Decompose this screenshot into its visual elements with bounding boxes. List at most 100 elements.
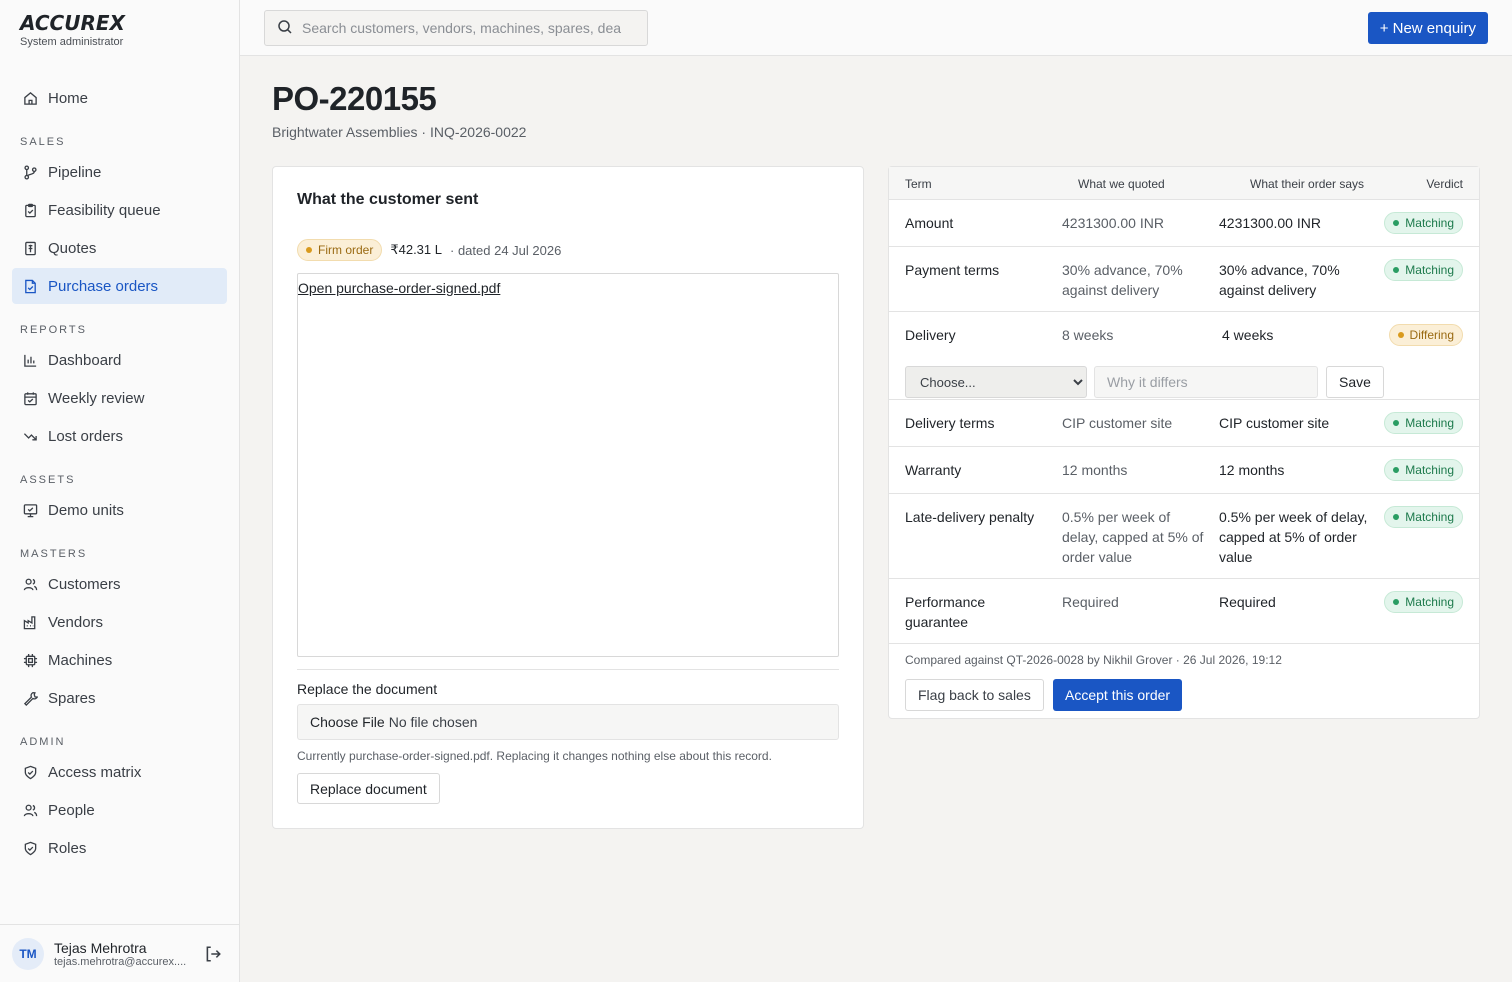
avatar[interactable]: TM bbox=[12, 937, 44, 970]
search-input[interactable] bbox=[302, 20, 632, 36]
verdict-badge: Differing bbox=[1388, 324, 1463, 346]
open-document-link[interactable]: Open purchase-order-signed.pdf bbox=[298, 280, 500, 296]
flag-back-button[interactable]: Flag back to sales bbox=[905, 679, 1044, 711]
row-says: 12 months bbox=[1219, 462, 1285, 478]
row-quoted: 4231300.00 INR bbox=[1062, 215, 1164, 231]
sidebar-item-customers[interactable]: Customers bbox=[12, 566, 227, 602]
brand-logo[interactable]: ACCUREX bbox=[20, 12, 125, 34]
order-meta: Firm order ₹42.31 L · dated 24 Jul 2026 bbox=[297, 239, 561, 261]
comparison-card: Term What we quoted What their order say… bbox=[888, 166, 1480, 719]
sidebar-item-vendors[interactable]: Vendors bbox=[12, 604, 227, 640]
row-term: Delivery bbox=[905, 327, 956, 343]
choose-file-button[interactable]: Choose File bbox=[310, 714, 385, 730]
factory-icon bbox=[22, 614, 38, 630]
row-says: 4 weeks bbox=[1222, 327, 1274, 343]
new-enquiry-button[interactable]: + New enquiry bbox=[1367, 12, 1488, 44]
sidebar-item-feasibility-queue[interactable]: Feasibility queue bbox=[12, 192, 227, 228]
order-date: · dated 24 Jul 2026 bbox=[450, 242, 562, 258]
row-term: Warranty bbox=[905, 462, 962, 478]
sidebar-item-label: Spares bbox=[48, 689, 96, 707]
header-verdict: Verdict bbox=[1426, 177, 1463, 191]
receipt-icon bbox=[22, 240, 38, 256]
table-row: Delivery terms CIP customer site CIP cus… bbox=[889, 400, 1479, 447]
wrench-icon bbox=[22, 690, 38, 706]
row-says: CIP customer site bbox=[1219, 415, 1330, 431]
row-term: Amount bbox=[905, 215, 954, 231]
brand: ACCUREX System administrator bbox=[20, 12, 125, 48]
save-button[interactable]: Save bbox=[1326, 366, 1384, 398]
sidebar-item-dashboard[interactable]: Dashboard bbox=[12, 342, 227, 378]
accept-order-button[interactable]: Accept this order bbox=[1053, 679, 1183, 711]
header-says: What their order says bbox=[1250, 177, 1365, 191]
bar-chart-icon bbox=[22, 352, 38, 368]
row-quoted: CIP customer site bbox=[1062, 415, 1173, 431]
sidebar-item-demo-units[interactable]: Demo units bbox=[12, 492, 227, 528]
row-says: 4231300.00 INR bbox=[1219, 215, 1321, 231]
verdict-label: Matching bbox=[1405, 463, 1454, 477]
monitor-check-icon bbox=[22, 502, 38, 518]
sidebar-item-label: Pipeline bbox=[48, 163, 102, 181]
verdict-label: Matching bbox=[1405, 595, 1454, 609]
verdict-label: Matching bbox=[1405, 216, 1454, 230]
users-icon bbox=[22, 576, 38, 592]
git-branch-icon bbox=[22, 164, 38, 180]
status-dot bbox=[1393, 467, 1400, 473]
sidebar-item-access-matrix[interactable]: Access matrix bbox=[12, 754, 227, 790]
header-quoted: What we quoted bbox=[1078, 177, 1165, 191]
logout-icon[interactable] bbox=[204, 945, 222, 963]
section-label-reports: REPORTS bbox=[20, 324, 87, 336]
card-title: What the customer sent bbox=[297, 191, 479, 208]
verdict-label: Matching bbox=[1405, 510, 1454, 524]
clipboard-check-icon bbox=[22, 202, 38, 218]
sidebar-item-weekly-review[interactable]: Weekly review bbox=[12, 380, 227, 416]
page-title: PO-220155 bbox=[272, 80, 437, 117]
sidebar-item-label: Lost orders bbox=[48, 427, 124, 445]
sidebar-item-spares[interactable]: Spares bbox=[12, 680, 227, 716]
sidebar-item-home[interactable]: Home bbox=[12, 80, 227, 116]
sidebar-item-machines[interactable]: Machines bbox=[12, 642, 227, 678]
row-term: Delivery terms bbox=[905, 415, 995, 431]
status-dot bbox=[1393, 267, 1400, 273]
sidebar-item-people[interactable]: People bbox=[12, 792, 227, 828]
divider bbox=[297, 669, 839, 670]
row-term: Payment terms bbox=[905, 262, 1000, 278]
sidebar-item-purchase-orders[interactable]: Purchase orders bbox=[12, 268, 227, 304]
sidebar-item-label: Home bbox=[48, 89, 89, 107]
table-row: Payment terms 30% advance, 70% against d… bbox=[889, 247, 1479, 312]
sidebar-item-label: Weekly review bbox=[48, 389, 145, 407]
table-row: Warranty 12 months 12 months Matching bbox=[889, 447, 1479, 494]
sidebar-item-label: Customers bbox=[48, 575, 121, 593]
table-row: Performance guarantee Required Required … bbox=[889, 579, 1479, 644]
user-profile: TM Tejas Mehrotra tejas.mehrotra@accurex… bbox=[0, 924, 239, 982]
verdict-badge: Matching bbox=[1384, 591, 1463, 613]
sidebar-item-roles[interactable]: Roles bbox=[12, 830, 227, 866]
sidebar-item-label: Vendors bbox=[48, 613, 104, 631]
row-quoted: Required bbox=[1062, 594, 1119, 610]
file-input[interactable]: Choose File No file chosen bbox=[297, 704, 839, 740]
file-check-icon bbox=[22, 278, 38, 294]
verdict-badge: Matching bbox=[1384, 459, 1463, 481]
row-says: Required bbox=[1219, 594, 1276, 610]
status-dot bbox=[1393, 220, 1400, 226]
row-says: 0.5% per week of delay, capped at 5% of … bbox=[1219, 509, 1368, 565]
sidebar-item-lost-orders[interactable]: Lost orders bbox=[12, 418, 227, 454]
shield-icon bbox=[22, 840, 38, 856]
replace-document-button[interactable]: Replace document bbox=[297, 773, 440, 804]
sidebar-item-pipeline[interactable]: Pipeline bbox=[12, 154, 227, 190]
brand-role: System administrator bbox=[20, 36, 124, 48]
shield-check-icon bbox=[22, 764, 38, 780]
sidebar-item-label: Roles bbox=[48, 839, 87, 857]
replace-label: Replace the document bbox=[297, 681, 438, 697]
order-amount: ₹42.31 L bbox=[390, 242, 442, 257]
sidebar-item-label: Quotes bbox=[48, 239, 97, 257]
search-box[interactable] bbox=[264, 10, 648, 46]
customer-document-card: What the customer sent Firm order ₹42.31… bbox=[272, 166, 864, 829]
badge-label: Firm order bbox=[318, 243, 374, 257]
difference-reason-select[interactable]: Choose... bbox=[905, 366, 1087, 398]
sidebar-item-quotes[interactable]: Quotes bbox=[12, 230, 227, 266]
why-differs-input[interactable] bbox=[1094, 366, 1318, 398]
sidebar: ACCUREX System administrator Home SALES … bbox=[0, 0, 240, 982]
document-preview: Open purchase-order-signed.pdf bbox=[297, 273, 839, 657]
row-quoted: 8 weeks bbox=[1062, 327, 1114, 343]
sidebar-item-label: Access matrix bbox=[48, 763, 142, 781]
